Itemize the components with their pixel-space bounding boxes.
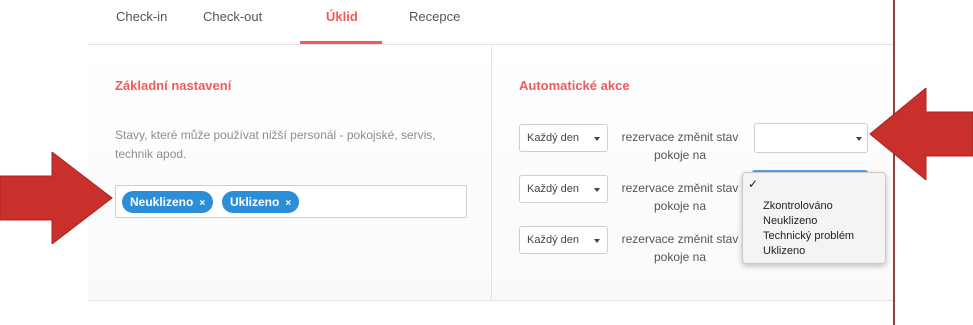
automatic-actions-title: Automatické akce: [519, 78, 630, 93]
dropdown-option[interactable]: Zkontrolováno: [763, 199, 833, 213]
chevron-down-icon: [594, 239, 600, 243]
tag-label: Neuklizeno: [130, 195, 194, 209]
left-arrow-icon: [869, 88, 973, 180]
frequency-select[interactable]: Každý den: [519, 175, 608, 203]
page: Check-in Check-out Úklid Recepce Základn…: [0, 0, 973, 325]
frequency-value: Každý den: [527, 132, 579, 144]
action-text: rezervace změnit stav pokoje na: [615, 128, 745, 164]
room-status-dropdown-menu: ✓ Zkontrolováno Neuklizeno Technický pro…: [742, 172, 886, 264]
right-arrow-icon: [0, 152, 113, 244]
staff-states-description: Stavy, které může používat nižší personá…: [115, 128, 436, 161]
tab-uklid[interactable]: Úklid: [326, 9, 358, 24]
dropdown-option[interactable]: Technický problém: [763, 229, 854, 243]
action-text-line2: pokoje na: [653, 148, 707, 162]
basic-settings-title: Základní nastavení: [115, 78, 232, 93]
action-text-line2: pokoje na: [653, 199, 707, 213]
tab-check-in[interactable]: Check-in: [116, 9, 167, 24]
chevron-down-icon: [594, 137, 600, 141]
action-text: rezervace změnit stav pokoje na: [615, 230, 745, 266]
frequency-value: Každý den: [527, 183, 579, 195]
tag-uklizeno: Uklizeno ×: [222, 191, 300, 213]
action-text-line2: pokoje na: [653, 250, 707, 264]
remove-tag-icon[interactable]: ×: [285, 198, 291, 209]
tag-neuklizeno: Neuklizeno ×: [122, 191, 214, 213]
room-status-select[interactable]: [754, 123, 868, 153]
frequency-value: Každý den: [527, 234, 579, 246]
tab-check-out[interactable]: Check-out: [203, 9, 262, 24]
frequency-select[interactable]: Každý den: [519, 226, 608, 254]
dropdown-option[interactable]: Neuklizeno: [763, 214, 817, 228]
divider: [88, 300, 893, 301]
remove-tag-icon[interactable]: ×: [199, 198, 205, 209]
chevron-down-icon: [856, 137, 862, 141]
action-text-line1: rezervace změnit stav: [621, 232, 739, 246]
dropdown-option[interactable]: Uklizeno: [763, 244, 805, 258]
active-tab-indicator: [300, 41, 382, 44]
staff-states-input[interactable]: Neuklizeno × Uklizeno ×: [115, 185, 467, 218]
tab-recepce[interactable]: Recepce: [409, 9, 460, 24]
chevron-down-icon: [594, 188, 600, 192]
action-text-line1: rezervace změnit stav: [621, 181, 739, 195]
tag-label: Uklizeno: [230, 195, 280, 209]
action-text: rezervace změnit stav pokoje na: [615, 179, 745, 215]
action-text-line1: rezervace změnit stav: [621, 130, 739, 144]
checkmark-icon: ✓: [748, 177, 759, 191]
frequency-select[interactable]: Každý den: [519, 124, 608, 152]
